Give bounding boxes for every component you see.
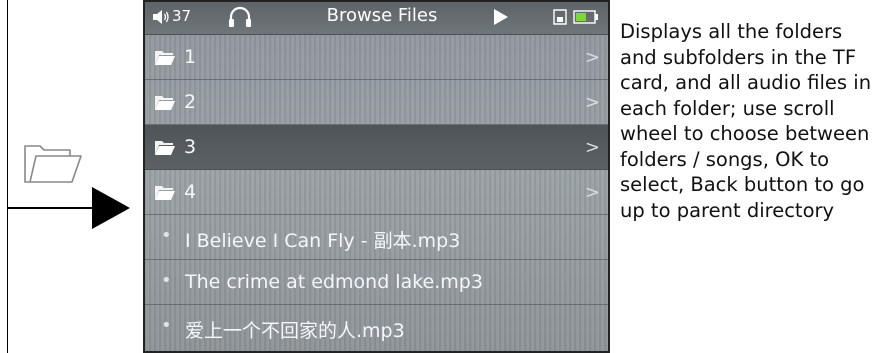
chevron-right-icon: >	[584, 137, 600, 158]
battery-icon	[573, 10, 598, 24]
folder-row-2[interactable]: 2 >	[143, 80, 610, 125]
bullet: •	[161, 270, 172, 291]
description-text: Displays all the folders and subfolders …	[620, 20, 872, 222]
headphones-icon	[229, 6, 251, 27]
file-row-2[interactable]: • The crime at edmond lake.mp3	[143, 260, 610, 305]
folder-icon	[155, 141, 175, 155]
file-row-1[interactable]: • I Believe I Can Fly - 副本.mp3	[143, 215, 610, 260]
folder-row-3-selected[interactable]: 3 >	[143, 125, 610, 170]
device-screen: 37 Browse Files 1 > 2 > 3 > 4 > • I Beli…	[143, 0, 610, 353]
file-label: 爱上一个不回家的人.mp3	[185, 320, 405, 342]
guide-vertical-line	[7, 0, 8, 353]
guide-arrowhead	[92, 187, 130, 229]
play-icon	[494, 9, 508, 25]
guide-arrow-line	[7, 207, 97, 209]
chevron-right-icon: >	[584, 182, 600, 203]
folder-outline-icon	[24, 145, 82, 183]
bullet: •	[161, 315, 172, 336]
folder-icon	[155, 186, 175, 200]
folder-icon	[155, 96, 175, 110]
status-bar: 37 Browse Files	[143, 0, 610, 35]
file-list: 1 > 2 > 3 > 4 > • I Believe I Can Fly - …	[143, 35, 610, 350]
folder-row-4[interactable]: 4 >	[143, 170, 610, 215]
file-row-3[interactable]: • 爱上一个不回家的人.mp3	[143, 305, 610, 350]
bullet: •	[161, 225, 172, 246]
volume-icon	[153, 10, 169, 24]
file-label: The crime at edmond lake.mp3	[185, 271, 483, 293]
folder-label: 2	[184, 91, 197, 113]
screen-title: Browse Files	[326, 5, 438, 26]
folder-icon	[155, 51, 175, 65]
sd-card-icon	[553, 9, 567, 25]
chevron-right-icon: >	[584, 92, 600, 113]
volume-value: 37	[172, 7, 192, 25]
file-label: I Believe I Can Fly - 副本.mp3	[185, 230, 461, 252]
folder-label: 4	[184, 181, 197, 203]
folder-label: 1	[184, 46, 197, 68]
chevron-right-icon: >	[584, 47, 600, 68]
folder-row-1[interactable]: 1 >	[143, 35, 610, 80]
folder-label: 3	[184, 136, 197, 158]
